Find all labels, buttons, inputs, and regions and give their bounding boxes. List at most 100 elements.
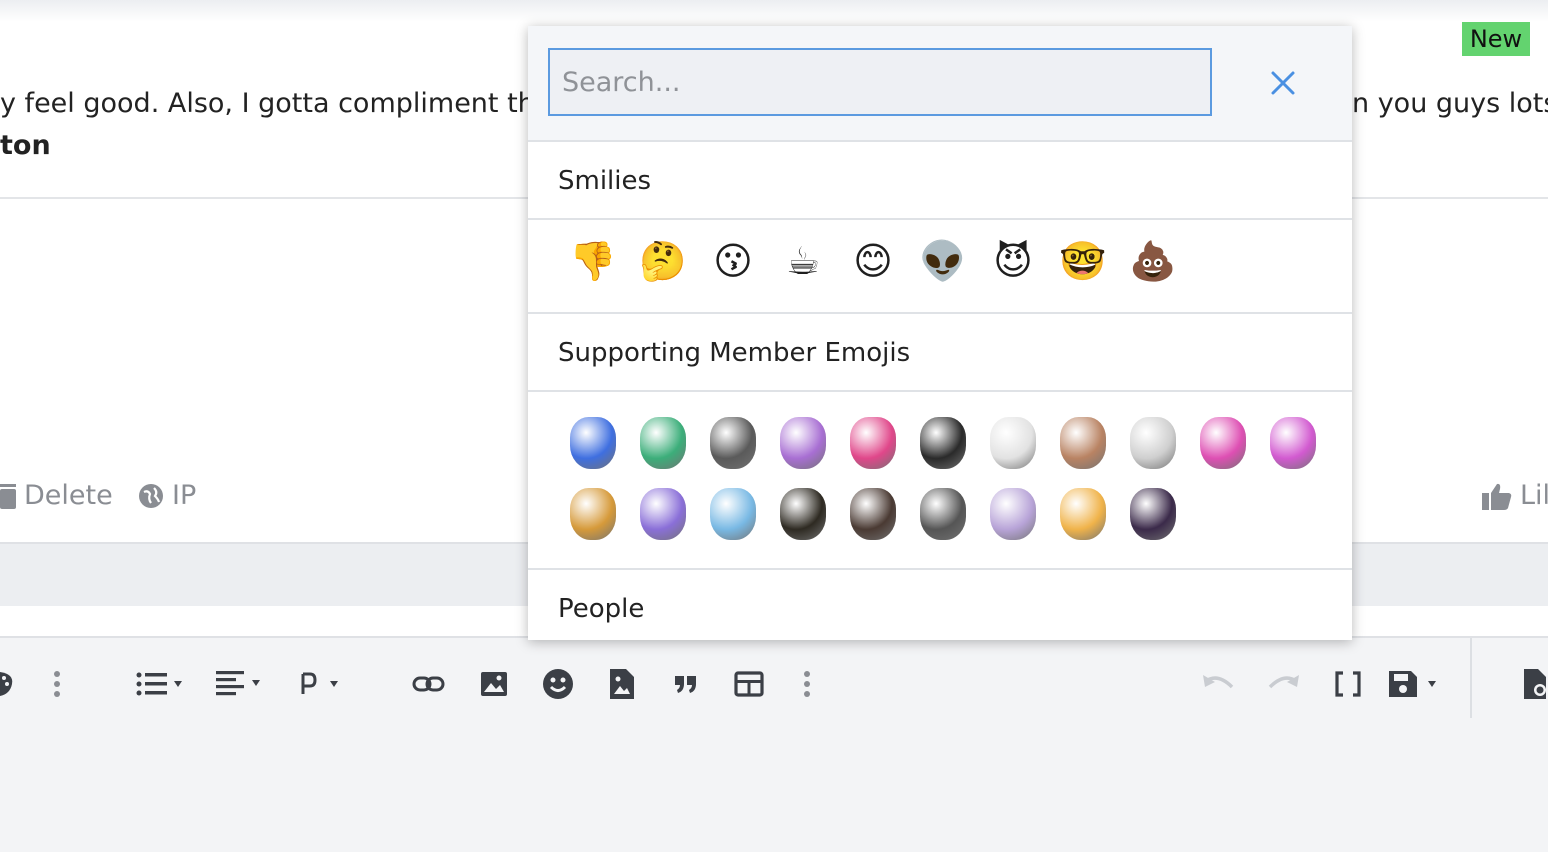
- ip-action[interactable]: IP: [138, 480, 196, 511]
- insert-gallery-button[interactable]: [608, 664, 636, 704]
- category-member-emojis-heading: Supporting Member Emojis: [528, 314, 1352, 392]
- spiky-hair-man-bw-image: [920, 488, 966, 540]
- brackets-icon: [1335, 671, 1361, 697]
- close-icon: [1271, 71, 1295, 95]
- link-icon: [412, 676, 445, 692]
- like-action[interactable]: Lil: [1482, 480, 1548, 511]
- bass-guitar-image: [1130, 488, 1176, 540]
- psychedelic-mushroom-icon[interactable]: [558, 479, 628, 549]
- category-smilies-heading: Smilies: [528, 142, 1352, 220]
- man-face-bw-image: [1130, 417, 1176, 469]
- smilies-grid: 👎 🤔 😗 ☕ 😊 👽 😈 🤓 💩: [558, 226, 1188, 296]
- devil-face-icon[interactable]: 😈: [978, 226, 1048, 296]
- blue-heart-anatomical-icon[interactable]: [558, 408, 628, 478]
- category-people-heading: People: [558, 594, 645, 624]
- table-icon: [734, 671, 764, 697]
- orange-skull-icon[interactable]: [1048, 479, 1118, 549]
- quote-button[interactable]: [674, 664, 698, 704]
- post-text-line1-right: n you guys lots: [1352, 88, 1548, 119]
- white-mushroom-image: [990, 417, 1036, 469]
- member-emojis-grid-row1: [558, 408, 1328, 478]
- gold-black-skull-icon[interactable]: [768, 479, 838, 549]
- undo-icon: [1203, 675, 1234, 689]
- emoji-search-input[interactable]: [548, 48, 1212, 116]
- globe-icon: [139, 483, 163, 508]
- guitar-pick-skull-icon[interactable]: [698, 408, 768, 478]
- pink-heart-anatomical-icon[interactable]: [1188, 408, 1258, 478]
- file-image-icon: [610, 669, 634, 699]
- align-dropdown-button[interactable]: [216, 664, 270, 704]
- guitar-pick-skull-image: [710, 417, 756, 469]
- spiky-hair-man-bw-icon[interactable]: [908, 479, 978, 549]
- pink-heart-anatomical-image: [1200, 417, 1246, 469]
- bass-guitar-icon[interactable]: [1118, 479, 1188, 549]
- smiling-face-icon[interactable]: 😊: [838, 226, 908, 296]
- pink-skull-icon[interactable]: [1258, 408, 1328, 478]
- toggle-bbcode-button[interactable]: [1334, 664, 1362, 704]
- pink-skull-image: [1270, 417, 1316, 469]
- holographic-skull-image: [640, 488, 686, 540]
- nerd-face-icon[interactable]: 🤓: [1048, 226, 1118, 296]
- man-face-image: [1060, 417, 1106, 469]
- orange-skull-image: [1060, 488, 1106, 540]
- gold-black-skull-image: [780, 488, 826, 540]
- alien-icon[interactable]: 👽: [908, 226, 978, 296]
- insert-link-button[interactable]: [412, 664, 446, 704]
- vertical-dots-icon: [54, 671, 60, 697]
- lightning-pick-icon[interactable]: [838, 408, 908, 478]
- white-mushroom-icon[interactable]: [978, 408, 1048, 478]
- new-badge: New: [1462, 22, 1530, 56]
- coffee-icon[interactable]: ☕: [768, 226, 838, 296]
- thumbs-down-icon[interactable]: 👎: [558, 226, 628, 296]
- post-text-line1-left: y feel good. Also, I gotta compliment th: [0, 88, 535, 119]
- rock-hand-image: [710, 488, 756, 540]
- trash-icon: [0, 483, 16, 509]
- thinking-face-icon[interactable]: 🤔: [628, 226, 698, 296]
- poop-icon[interactable]: 💩: [1118, 226, 1188, 296]
- palette-icon: [0, 672, 13, 696]
- like-label: Lil: [1520, 480, 1548, 511]
- black-alien-face-icon[interactable]: [908, 408, 978, 478]
- smiley-icon: [543, 669, 573, 699]
- redo-button[interactable]: [1266, 664, 1300, 704]
- insert-table-button[interactable]: [734, 664, 764, 704]
- palette-button[interactable]: [0, 664, 14, 704]
- emoji-button[interactable]: [542, 664, 574, 704]
- anarchy-symbol-icon[interactable]: [978, 479, 1048, 549]
- rock-hand-icon[interactable]: [698, 479, 768, 549]
- delete-action[interactable]: Delete: [0, 480, 113, 511]
- kissing-face-icon[interactable]: 😗: [698, 226, 768, 296]
- ip-label: IP: [172, 480, 197, 511]
- preview-button[interactable]: [1522, 664, 1548, 704]
- blue-heart-anatomical-image: [570, 417, 616, 469]
- list-icon: [136, 672, 182, 696]
- rainbow-heart-face-icon[interactable]: [768, 408, 838, 478]
- file-preview-icon: [1524, 669, 1546, 699]
- vertical-dots-icon: [804, 671, 810, 697]
- man-face-icon[interactable]: [1048, 408, 1118, 478]
- close-picker-button[interactable]: [1268, 68, 1298, 98]
- list-dropdown-button[interactable]: [136, 664, 190, 704]
- spiky-hair-man-image: [850, 488, 896, 540]
- holographic-skull-icon[interactable]: [628, 479, 698, 549]
- man-face-bw-icon[interactable]: [1118, 408, 1188, 478]
- green-skull-image: [640, 417, 686, 469]
- top-shade: [0, 0, 1548, 22]
- lightning-pick-image: [850, 417, 896, 469]
- insert-image-button[interactable]: [480, 664, 508, 704]
- image-icon: [481, 672, 507, 696]
- drafts-dropdown-button[interactable]: [1388, 664, 1444, 704]
- delete-label: Delete: [24, 480, 113, 511]
- psychedelic-mushroom-image: [570, 488, 616, 540]
- spiky-hair-man-icon[interactable]: [838, 479, 908, 549]
- undo-button[interactable]: [1202, 664, 1236, 704]
- green-skull-icon[interactable]: [628, 408, 698, 478]
- quote-icon: [675, 676, 696, 693]
- post-signature: ton: [0, 130, 51, 161]
- emoji-picker-popup: Smilies 👎🤔😗☕😊👽😈🤓💩 Supporting Member Emoj…: [528, 26, 1352, 640]
- paragraph-dropdown-button[interactable]: [300, 664, 350, 704]
- black-alien-face-image: [920, 417, 966, 469]
- more-options-button[interactable]: [802, 664, 812, 704]
- more-options-left-button[interactable]: [52, 664, 62, 704]
- rainbow-heart-face-image: [780, 417, 826, 469]
